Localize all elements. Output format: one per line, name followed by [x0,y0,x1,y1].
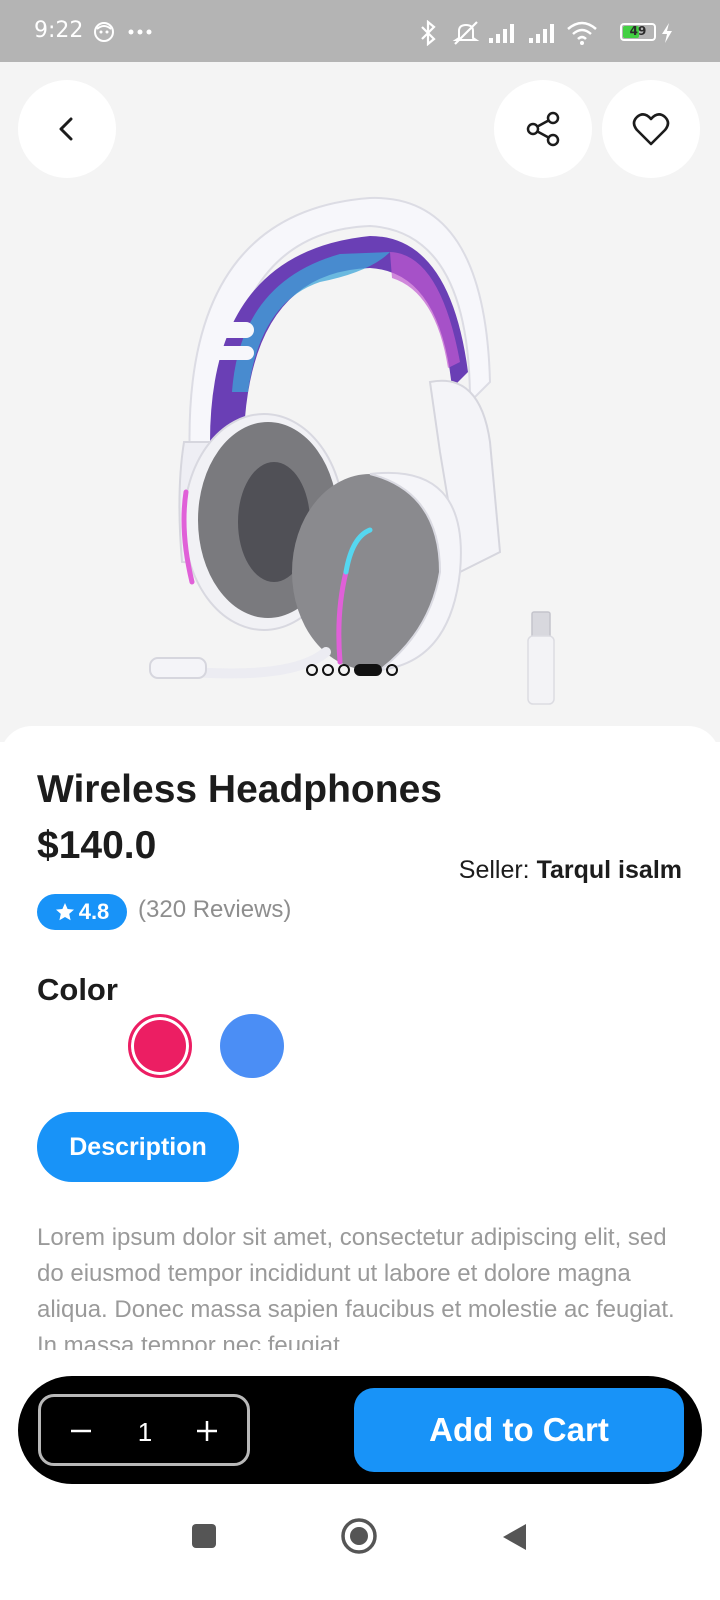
heart-icon [632,113,670,146]
pager-dot[interactable] [338,664,350,676]
image-pager[interactable] [306,662,398,678]
chevron-left-icon [59,117,73,141]
color-option-pink-selected[interactable] [128,1014,192,1078]
quantity-value: 1 [137,1417,153,1447]
pager-dot[interactable] [306,664,318,676]
product-price: $140.0 [37,824,157,867]
color-option-blue[interactable] [220,1014,284,1078]
status-bar: 9:22 49 [0,0,720,62]
pager-dot-active[interactable] [354,664,382,676]
add-to-cart-button[interactable]: Add to Cart [354,1388,684,1472]
star-icon [55,903,74,921]
seller-label: Seller: [458,856,537,884]
battery-icon: 49 [620,23,656,41]
product-gallery[interactable] [0,62,720,742]
clock: 9:22 [34,18,84,43]
bluetooth-icon [421,20,436,46]
more-dots-icon [128,29,152,35]
charging-icon [662,23,672,43]
description-text: Lorem ipsum dolor sit amet, consectetur … [37,1224,675,1350]
color-option-white[interactable] [37,1014,101,1078]
mute-icon [452,21,480,45]
increase-quantity-button[interactable] [181,1405,233,1457]
back-button[interactable] [18,80,116,178]
product-image [149,196,555,705]
cart-action-bar: 1 Add to Cart [18,1376,702,1484]
minus-icon [71,1429,91,1433]
battery-level: 49 [629,24,647,38]
color-label: Color [37,972,118,1007]
product-details: Wireless Headphones $140.0 Seller: Tarqu… [0,726,720,1446]
system-navigation-bar [0,1484,720,1600]
pager-dot[interactable] [322,664,334,676]
face-icon [94,22,114,42]
share-icon [526,111,560,147]
home-icon[interactable] [340,1517,378,1555]
rating-badge: 4.8 [37,894,127,930]
favorite-button[interactable] [602,80,700,178]
share-button[interactable] [494,80,592,178]
seller-name[interactable]: Tarqul isalm [537,856,682,884]
wifi-icon [567,21,597,45]
quantity-stepper: 1 [38,1394,250,1466]
signal-icon [529,24,554,43]
pager-dot[interactable] [386,664,398,676]
review-count[interactable]: (320 Reviews) [138,896,291,924]
plus-icon [197,1421,217,1441]
signal-icon [489,24,514,43]
rating-value: 4.8 [78,899,110,924]
recent-apps-icon[interactable] [190,1522,218,1550]
description-tab[interactable]: Description [37,1112,239,1182]
seller-info: Seller: Tarqul isalm [459,856,682,885]
decrease-quantity-button[interactable] [55,1405,107,1457]
product-title: Wireless Headphones [37,768,442,811]
back-nav-icon[interactable] [500,1522,528,1552]
